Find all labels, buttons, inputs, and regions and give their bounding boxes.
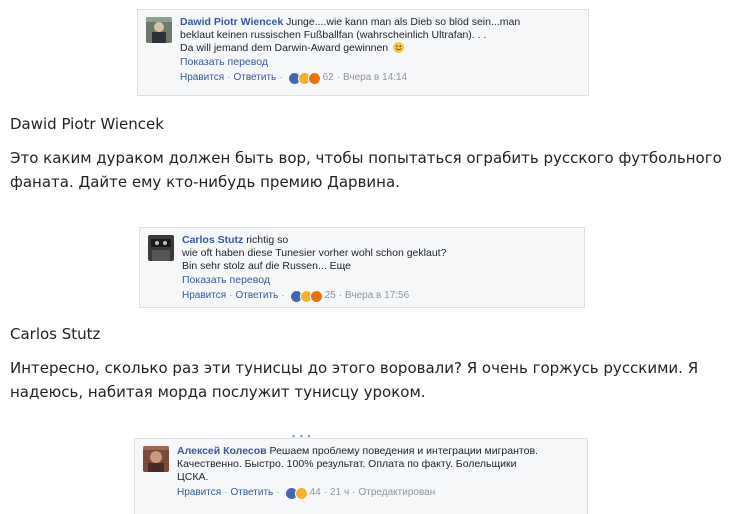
comment-actions: Нравится · Ответить · 44 · 21 ч · Отреда… [177, 486, 579, 500]
separator: · [338, 290, 343, 301]
separator: · [336, 72, 341, 83]
reaction-count[interactable]: 44 [310, 486, 321, 500]
separator: · [323, 487, 328, 498]
reaction-icons[interactable] [287, 71, 321, 85]
comment-timestamp[interactable]: Вчера в 17:56 [345, 289, 409, 303]
separator: · [224, 487, 228, 498]
comment-line-with-emoji: Da will jemand dem Darwin-Award gewinnen [180, 42, 580, 55]
separator: · [279, 72, 283, 83]
comment-actions: Нравится · Ответить · 62 · Вчера в 14:14 [180, 71, 580, 85]
reaction-count[interactable]: 62 [323, 71, 334, 85]
comment-line: wie oft haben diese Tunesier vorher wohl… [182, 247, 447, 259]
angry-reaction-icon [307, 71, 321, 85]
smile-emoji-icon [393, 42, 405, 53]
clipped-edge-marks: ▪ ▪ ▪ [292, 431, 312, 441]
comment-line: beklaut keinen russischen Fußballfan (wa… [180, 29, 487, 41]
like-link[interactable]: Нравится [180, 71, 224, 85]
haha-reaction-icon [294, 486, 308, 500]
separator: · [227, 72, 231, 83]
like-link[interactable]: Нравится [182, 289, 226, 303]
comment-author[interactable]: Dawid Piotr Wiencek [180, 16, 283, 28]
separator: · [352, 487, 356, 498]
comment-line: Da will jemand dem Darwin-Award gewinnen [180, 42, 389, 54]
comment-line: Bin sehr stolz auf die Russen... Еще [182, 260, 352, 272]
separator: · [276, 487, 280, 498]
reply-link[interactable]: Ответить [230, 486, 273, 500]
comment-body: Dawid Piotr Wiencek Junge....wie kann ma… [180, 16, 580, 85]
translation-text: Интересно, сколько раз эти тунисцы до эт… [10, 359, 699, 401]
comment-body: Carlos Stutz richtig so wie oft haben di… [182, 234, 576, 303]
comment-timestamp[interactable]: 21 ч [330, 486, 349, 500]
comment-line: Качественно. Быстро. 100% результат. Опл… [177, 458, 517, 470]
like-link[interactable]: Нравится [177, 486, 221, 500]
comment-line: Junge....wie kann man als Dieb so blöd s… [286, 16, 521, 28]
show-translation-link[interactable]: Показать перевод [182, 274, 576, 287]
translation-author: Carlos Stutz [10, 325, 101, 343]
translation-author: Dawid Piotr Wiencek [10, 115, 164, 133]
reply-link[interactable]: Ответить [235, 289, 278, 303]
comment-text: Dawid Piotr Wiencek Junge....wie kann ma… [180, 16, 580, 29]
comment-body: Алексей Колесов Решаем проблему поведени… [177, 445, 579, 500]
angry-reaction-icon [309, 289, 323, 303]
comment-text: Алексей Колесов Решаем проблему поведени… [177, 445, 579, 458]
reaction-icons[interactable] [289, 289, 323, 303]
comment-timestamp[interactable]: Вчера в 14:14 [343, 71, 407, 85]
show-translation-link[interactable]: Показать перевод [180, 56, 580, 69]
comment-author[interactable]: Carlos Stutz [182, 234, 243, 246]
separator: · [281, 290, 285, 301]
avatar[interactable] [143, 446, 169, 472]
reaction-count[interactable]: 25 [325, 289, 336, 303]
translation-text: Это каким дураком должен быть вор, чтобы… [10, 149, 722, 191]
comment-author[interactable]: Алексей Колесов [177, 445, 267, 457]
comment-card: Dawid Piotr Wiencek Junge....wie kann ma… [137, 9, 589, 96]
comment-line: Решаем проблему поведения и интеграции м… [269, 445, 538, 457]
comment-card: ▪ ▪ ▪ Алексей Колесов Решаем проблему по… [134, 431, 588, 514]
separator: · [229, 290, 233, 301]
comment-actions: Нравится · Ответить · 25 · Вчера в 17:56 [182, 289, 576, 303]
comment-line: richtig so [246, 234, 289, 246]
reaction-icons[interactable] [284, 486, 308, 500]
avatar[interactable] [146, 17, 172, 43]
comment-text: Carlos Stutz richtig so [182, 234, 576, 247]
reply-link[interactable]: Ответить [233, 71, 276, 85]
avatar[interactable] [148, 235, 174, 261]
edited-label[interactable]: Отредактирован [359, 486, 436, 500]
comment-card: Carlos Stutz richtig so wie oft haben di… [139, 227, 585, 308]
comment-line: ЦСКА. [177, 471, 209, 483]
